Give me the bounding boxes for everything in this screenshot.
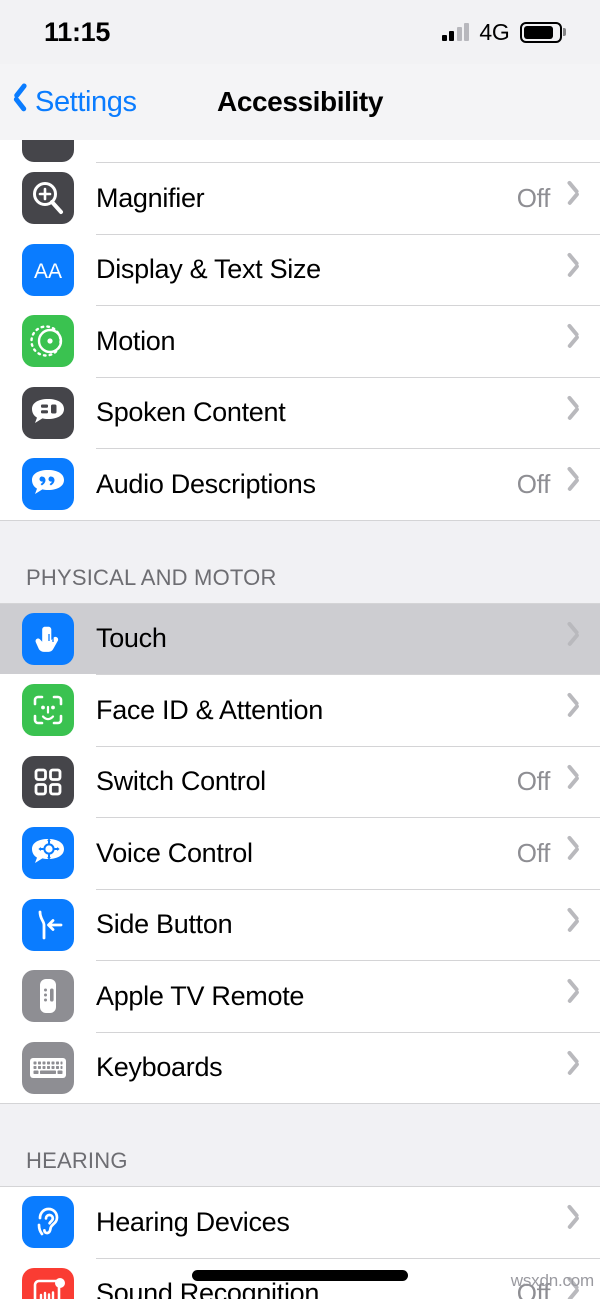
network-type-label: 4G — [479, 18, 510, 45]
settings-row-value: Off — [516, 468, 551, 499]
settings-row-switch-control[interactable]: Switch Control Off — [0, 746, 600, 817]
settings-row-label: Voice Control — [96, 837, 253, 868]
settings-row-motion[interactable]: Motion — [0, 306, 600, 377]
status-bar-indicators: 4G — [441, 18, 566, 46]
watermark-label: wsxdn.com — [510, 1271, 594, 1290]
settings-row-label: Face ID & Attention — [96, 694, 323, 725]
settings-row-label: Display & Text Size — [96, 254, 321, 285]
cellular-signal-icon — [441, 22, 470, 41]
keyboard-icon — [22, 1041, 74, 1094]
svg-text:AA: AA — [34, 260, 62, 283]
settings-row-touch[interactable]: Touch — [0, 603, 600, 674]
chevron-right-icon — [564, 1054, 580, 1082]
settings-row-label: Motion — [96, 325, 176, 356]
ear-icon — [22, 1196, 74, 1249]
section-header-physical-and-motor: PHYSICAL AND MOTOR — [0, 519, 600, 604]
settings-row-label: Touch — [96, 623, 167, 654]
section-header-hearing: HEARING — [0, 1103, 600, 1187]
spoken-content-icon — [22, 386, 74, 439]
touch-hand-icon — [22, 612, 74, 665]
settings-row-value: Off — [516, 766, 551, 797]
chevron-right-icon — [564, 327, 580, 355]
settings-row-label: Switch Control — [96, 766, 266, 797]
settings-row-value: Off — [516, 837, 551, 868]
chevron-right-icon — [564, 911, 580, 939]
back-button-label: Settings — [35, 85, 137, 118]
voice-control-icon — [22, 827, 74, 880]
partial-row-above — [0, 140, 600, 162]
battery-icon — [519, 21, 566, 43]
apple-tv-remote-icon — [22, 970, 74, 1023]
chevron-right-icon — [564, 839, 580, 867]
settings-row-side-button[interactable]: Side Button — [0, 889, 600, 960]
display-text-size-icon: AA — [22, 243, 74, 296]
chevron-right-icon — [564, 768, 580, 796]
settings-row-audio-descriptions[interactable]: Audio Descriptions Off — [0, 449, 600, 520]
settings-row-label: Hearing Devices — [96, 1206, 290, 1237]
settings-row-hearing-devices[interactable]: Hearing Devices — [0, 1187, 600, 1258]
partial-row-icon — [22, 140, 74, 162]
settings-row-magnifier[interactable]: Magnifier Off — [0, 163, 600, 234]
switch-control-icon — [22, 755, 74, 808]
settings-row-apple-tv-remote[interactable]: Apple TV Remote — [0, 961, 600, 1032]
motion-icon — [22, 315, 74, 368]
chevron-right-icon — [564, 470, 580, 498]
back-button[interactable]: Settings — [0, 86, 137, 119]
settings-row-label: Keyboards — [96, 1052, 223, 1083]
chevron-right-icon — [564, 982, 580, 1010]
settings-row-face-id-attention[interactable]: Face ID & Attention — [0, 675, 600, 746]
chevron-right-icon — [564, 1208, 580, 1236]
chevron-right-icon — [564, 256, 580, 284]
settings-row-label: Spoken Content — [96, 397, 286, 428]
settings-row-keyboards[interactable]: Keyboards — [0, 1032, 600, 1103]
audio-descriptions-icon — [22, 458, 74, 511]
status-bar: 11:15 4G — [0, 0, 600, 64]
chevron-right-icon — [564, 696, 580, 724]
navigation-bar: Settings Accessibility — [0, 64, 600, 140]
settings-row-display-text-size[interactable]: AA Display & Text Size — [0, 234, 600, 305]
chevron-right-icon — [564, 625, 580, 653]
magnifier-icon — [22, 172, 74, 225]
home-indicator — [192, 1270, 408, 1281]
chevron-right-icon — [564, 399, 580, 427]
chevron-right-icon — [564, 184, 580, 212]
face-id-icon — [22, 684, 74, 737]
settings-row-label: Audio Descriptions — [96, 468, 316, 499]
settings-row-label: Side Button — [96, 909, 233, 940]
settings-row-label: Sound Recognition — [96, 1278, 320, 1299]
settings-row-label: Apple TV Remote — [96, 980, 305, 1011]
settings-row-value: Off — [516, 182, 551, 213]
chevron-left-icon — [12, 87, 29, 117]
settings-row-voice-control[interactable]: Voice Control Off — [0, 818, 600, 889]
sound-recognition-icon — [22, 1267, 74, 1299]
settings-row-spoken-content[interactable]: Spoken Content — [0, 377, 600, 448]
side-button-icon — [22, 898, 74, 951]
settings-row-label: Magnifier — [96, 182, 205, 213]
status-bar-time: 11:15 — [44, 16, 111, 47]
settings-list[interactable]: Magnifier Off AA Display & Text Size Mot… — [0, 140, 600, 1299]
